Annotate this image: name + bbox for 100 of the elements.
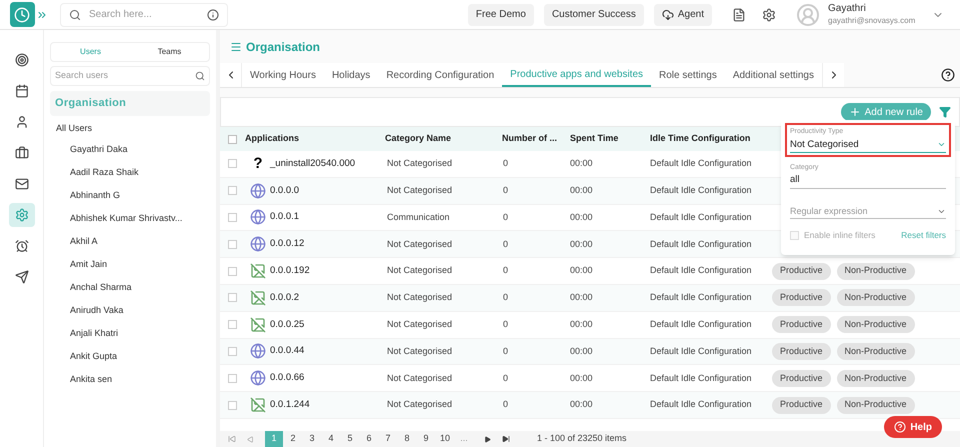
row-checkbox[interactable] <box>228 320 237 330</box>
table-cell-text: 0 <box>502 398 510 412</box>
settings-tab[interactable]: Additional settings <box>724 63 822 87</box>
user-item[interactable]: Ankita sen <box>70 372 210 386</box>
category-chip[interactable]: Productive <box>772 370 831 387</box>
row-checkbox[interactable] <box>228 212 237 222</box>
page-button[interactable]: 7 <box>379 431 397 447</box>
table-cell-text: 00:00 <box>570 372 594 385</box>
mail-icon[interactable] <box>14 177 28 191</box>
header-button[interactable]: Agent <box>654 4 712 26</box>
page-button[interactable]: 9 <box>417 431 435 447</box>
app-name: 0.0.1.244 <box>270 398 310 412</box>
briefcase-icon[interactable] <box>14 146 28 160</box>
column-header[interactable]: Idle Time Configuration <box>650 132 780 146</box>
user-item[interactable]: Anirudh Vaka <box>70 304 210 316</box>
next-page-icon[interactable] <box>484 436 491 442</box>
category-chip[interactable]: Non-Productive <box>836 289 915 306</box>
row-checkbox[interactable] <box>228 400 237 410</box>
previous-page-icon[interactable] <box>247 436 254 442</box>
app-logo[interactable] <box>10 2 34 27</box>
table-cell-text: 0 <box>502 184 510 197</box>
user-item[interactable]: Abhinanth G <box>70 188 210 202</box>
column-header[interactable]: Category Name <box>385 132 502 146</box>
category-chip[interactable]: Non-Productive <box>836 316 915 334</box>
column-header[interactable]: Applications <box>245 132 385 146</box>
table-cell-text: 0 <box>502 291 510 304</box>
user-item[interactable]: Akhil A <box>70 234 210 248</box>
page-button[interactable]: 4 <box>322 431 340 447</box>
panel-tab[interactable]: Teams <box>130 43 209 61</box>
user-item[interactable]: Anchal Sharma <box>70 280 210 294</box>
help-icon[interactable] <box>941 68 955 82</box>
help-button[interactable]: Help <box>884 416 942 438</box>
user-item[interactable]: Gayathri Daka <box>70 142 210 156</box>
user-search-input[interactable]: Search users <box>55 69 195 83</box>
settings-tab[interactable]: Holidays <box>324 63 378 87</box>
row-checkbox[interactable] <box>228 346 237 356</box>
category-chip[interactable]: Non-Productive <box>836 370 915 387</box>
row-checkbox[interactable] <box>228 186 237 196</box>
user-item[interactable]: Abhishek Kumar Shrivastv... <box>70 212 210 224</box>
header-button[interactable]: Customer Success <box>544 4 644 26</box>
category-chip[interactable]: Productive <box>772 262 831 280</box>
row-checkbox[interactable] <box>228 159 237 168</box>
row-checkbox[interactable] <box>228 293 237 302</box>
category-chip[interactable]: Productive <box>772 342 831 360</box>
table-cell-text: 00:00 <box>570 344 594 358</box>
category-chip[interactable]: Productive <box>772 289 831 306</box>
settings-tab[interactable]: Working Hours <box>242 63 324 87</box>
page-button[interactable]: 6 <box>360 431 378 447</box>
user-name: Gayathri <box>828 3 867 16</box>
avatar-icon[interactable] <box>796 2 820 26</box>
page-title: Organisation <box>246 38 320 56</box>
target-icon[interactable] <box>14 53 28 67</box>
menu-icon[interactable] <box>230 40 242 52</box>
user-item[interactable]: Aadil Raza Shaik <box>70 166 210 178</box>
calendar-icon[interactable] <box>14 84 28 98</box>
send-icon[interactable] <box>14 270 28 284</box>
user-search-field[interactable]: Search users <box>50 66 210 86</box>
row-checkbox[interactable] <box>228 240 237 249</box>
category-chip[interactable]: Productive <box>772 396 831 414</box>
search-icon[interactable] <box>195 71 205 81</box>
column-header[interactable]: Number of ... <box>502 132 570 146</box>
table-cell-text: Not Categorised <box>386 291 454 304</box>
category-chip[interactable]: Non-Productive <box>836 396 915 414</box>
table-cell-text: 0 <box>502 264 510 278</box>
category-chip[interactable]: Non-Productive <box>836 342 915 360</box>
last-page-icon[interactable] <box>502 435 510 443</box>
select-all-checkbox[interactable] <box>228 134 237 144</box>
settings-icon[interactable] <box>762 8 776 22</box>
search-icon <box>69 8 81 20</box>
category-chip[interactable]: Non-Productive <box>836 262 915 280</box>
user-item[interactable]: Amit Jain <box>70 258 210 270</box>
header-button[interactable]: Free Demo <box>468 4 534 26</box>
all-users-item[interactable]: All Users <box>56 122 210 136</box>
user-item[interactable]: Anjali Khatri <box>70 326 210 340</box>
column-header[interactable]: Spent Time <box>570 132 650 146</box>
cloud-download-icon <box>662 8 674 20</box>
filter-icon[interactable] <box>939 106 951 118</box>
search-input[interactable]: Search here... <box>89 7 199 22</box>
settings-tab[interactable]: Recording Configuration <box>378 63 502 87</box>
row-checkbox[interactable] <box>228 266 237 276</box>
inline-filter-checkbox[interactable] <box>790 230 799 240</box>
app-name: 0.0.0.44 <box>270 344 304 358</box>
page-button[interactable]: 10 <box>436 431 454 447</box>
document-icon[interactable] <box>732 8 746 22</box>
page-button[interactable]: 8 <box>398 431 416 447</box>
row-checkbox[interactable] <box>228 374 237 383</box>
page-button[interactable]: 2 <box>284 431 302 447</box>
first-page-icon[interactable] <box>228 435 236 443</box>
search-field[interactable]: Search here... <box>60 2 228 26</box>
page-button[interactable]: 5 <box>341 431 359 447</box>
table-cell-text: Not Categorised <box>386 238 454 251</box>
info-icon[interactable] <box>207 8 219 20</box>
category-chip[interactable]: Productive <box>772 316 831 334</box>
user-icon[interactable] <box>14 115 28 129</box>
user-item[interactable]: Ankit Gupta <box>70 350 210 362</box>
table-cell-text: Not Categorised <box>386 344 454 358</box>
settings-tab[interactable]: Role settings <box>651 63 725 87</box>
alarm-clock-icon[interactable] <box>14 239 28 253</box>
plus-icon <box>848 106 861 118</box>
page-button[interactable]: 3 <box>303 431 321 447</box>
